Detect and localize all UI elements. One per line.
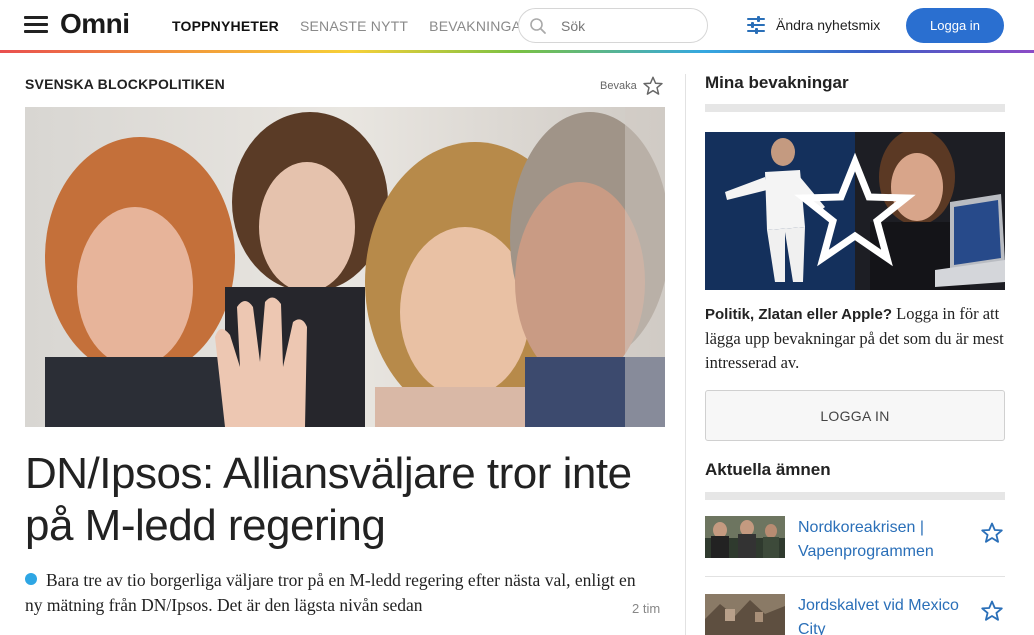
subscriptions-promo-image: [705, 132, 1005, 290]
nav-senaste-nytt[interactable]: SENASTE NYTT: [300, 18, 408, 34]
article-lead-text: Bara tre av tio borgerliga väljare tror …: [25, 570, 636, 615]
star-icon[interactable]: [980, 521, 1004, 545]
menu-icon[interactable]: [24, 16, 48, 34]
article-headline[interactable]: DN/Ipsos: Alliansväljare tror inte på M-…: [25, 448, 665, 552]
top-bar: Omni TOPPNYHETER SENASTE NYTT BEVAKNINGA…: [0, 0, 1034, 52]
nav-bevakningar[interactable]: BEVAKNINGAR: [429, 18, 531, 34]
change-news-mix-button[interactable]: Ändra nyhetsmix: [746, 15, 880, 35]
article-topic[interactable]: SVENSKA BLOCKPOLITIKEN: [25, 76, 225, 92]
promo-bold: Politik, Zlatan eller Apple?: [705, 306, 892, 323]
article-timestamp: 2 tim: [632, 601, 661, 616]
search-input[interactable]: [561, 16, 701, 36]
search-box[interactable]: [518, 8, 708, 43]
topic-label[interactable]: Nordkoreakrisen | Vapenprogrammen: [798, 516, 963, 564]
header-rainbow-divider: [0, 50, 1034, 53]
article-hero-image[interactable]: [25, 107, 665, 427]
topic-item-nordkorea[interactable]: Nordkoreakrisen | Vapenprogrammen: [705, 516, 1005, 576]
topic-item-mexico[interactable]: Jordskalvet vid Mexico City: [705, 594, 1005, 635]
sliders-icon: [747, 16, 765, 34]
sidebar-login-button[interactable]: LOGGA IN: [705, 390, 1005, 441]
current-topics-title: Aktuella ämnen: [705, 460, 831, 479]
topic-thumbnail: [705, 594, 785, 635]
bullet-dot: [25, 573, 37, 585]
topic-thumbnail: [705, 516, 785, 558]
main-nav: TOPPNYHETER SENASTE NYTT BEVAKNINGAR: [172, 18, 552, 34]
topic-label[interactable]: Jordskalvet vid Mexico City: [798, 594, 963, 635]
article-lead: Bara tre av tio borgerliga väljare tror …: [25, 568, 645, 618]
star-icon[interactable]: [980, 599, 1004, 623]
column-divider: [685, 74, 686, 635]
topic-separator: [705, 576, 1005, 577]
nav-toppnyheter[interactable]: TOPPNYHETER: [172, 18, 279, 34]
search-icon: [530, 18, 546, 34]
star-icon: [642, 76, 663, 95]
login-button[interactable]: Logga in: [906, 8, 1004, 43]
section-bar: [705, 104, 1005, 112]
follow-topic-button[interactable]: Bevaka: [600, 75, 664, 97]
change-news-mix-label: Ändra nyhetsmix: [776, 17, 881, 33]
section-bar: [705, 492, 1005, 500]
my-subscriptions-title: Mina bevakningar: [705, 73, 849, 92]
follow-label: Bevaka: [600, 80, 637, 92]
omni-logo[interactable]: Omni: [60, 8, 130, 40]
subscriptions-promo-text: Politik, Zlatan eller Apple? Logga in fö…: [705, 302, 1007, 375]
